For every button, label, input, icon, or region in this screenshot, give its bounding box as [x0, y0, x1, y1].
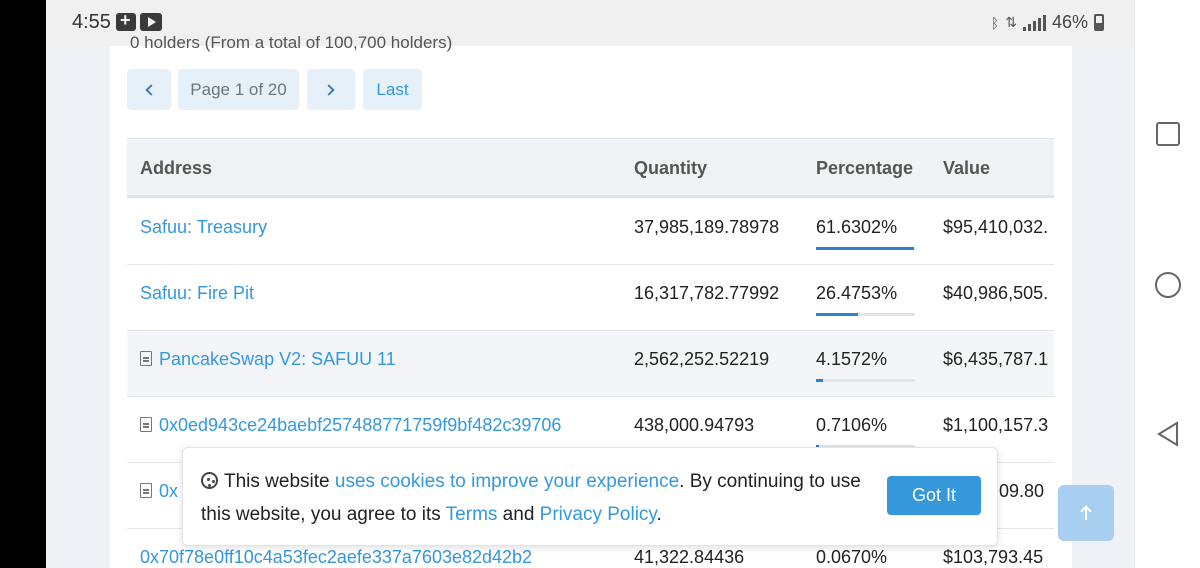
column-address: Address	[140, 158, 213, 178]
signal-icon	[1022, 14, 1046, 31]
holder-value: $95,410,032.	[943, 217, 1049, 237]
battery-percent: 46%	[1051, 12, 1088, 32]
column-percentage: Percentage	[816, 158, 914, 178]
next-page-button[interactable]	[307, 69, 355, 110]
holder-value: $103,793.45	[943, 547, 1044, 567]
holder-percentage: 0.0670%	[816, 547, 888, 567]
holder-address-link[interactable]: 0x70f78e0ff10c4a53fec2aefe337a7603e82d42…	[140, 547, 532, 568]
percentage-bar-fill	[816, 247, 914, 250]
holder-quantity: 438,000.94793	[634, 415, 755, 435]
previous-page-button[interactable]	[127, 69, 171, 110]
cookie-banner: This website uses cookies to improve you…	[182, 447, 998, 546]
cookie-text-1: This website	[224, 471, 335, 492]
holder-quantity: 37,985,189.78978	[634, 217, 780, 237]
status-indicators: ᛒ ⇅ 46%	[991, 12, 1104, 33]
holder-percentage: 4.1572%	[816, 349, 888, 369]
holder-address-text: PancakeSwap V2: SAFUU 11	[159, 349, 396, 369]
column-quantity: Quantity	[634, 158, 708, 178]
contract-icon	[140, 483, 152, 498]
holder-address-link[interactable]: 0x0ed943ce24baebf257488771759f9bf482c397…	[140, 415, 561, 436]
app-notification-icon	[116, 10, 136, 31]
table-row: Safuu: Fire Pit 16,317,782.77992 26.4753% $…	[127, 265, 1054, 331]
back-icon[interactable]	[1155, 420, 1181, 448]
holder-quantity: 2,562,252.52219	[634, 349, 770, 369]
percentage-bar	[816, 379, 915, 382]
chevron-right-icon	[323, 83, 335, 96]
terms-link[interactable]: Terms	[446, 504, 498, 525]
got-it-button[interactable]: Got It	[887, 476, 981, 515]
holder-address-link[interactable]: 0x	[140, 481, 178, 502]
cookie-policy-link[interactable]: uses cookies to improve your experience	[335, 471, 679, 492]
holder-address-link[interactable]: PancakeSwap V2: SAFUU 11	[140, 349, 396, 370]
holder-address-text: 0x	[159, 481, 179, 501]
left-black-bar	[0, 0, 46, 568]
scroll-to-top-button[interactable]	[1058, 485, 1114, 541]
cookie-message: This website uses cookies to improve you…	[201, 465, 861, 531]
last-page-button[interactable]: Last	[363, 69, 422, 110]
holder-quantity: 16,317,782.77992	[634, 283, 780, 303]
percentage-bar	[816, 313, 915, 316]
bluetooth-icon: ᛒ	[990, 14, 1000, 31]
navigation-bar	[1134, 0, 1200, 568]
holder-percentage: 0.7106%	[816, 415, 888, 435]
cookie-icon	[201, 472, 218, 489]
holder-percentage: 61.6302%	[816, 217, 898, 237]
holder-address-text: Safuu: Fire Pit	[140, 283, 255, 303]
page-info: Page 1 of 20	[178, 69, 299, 110]
contract-icon	[140, 417, 152, 432]
column-value: Value	[943, 158, 991, 178]
holder-value: 09.80	[999, 481, 1045, 501]
cookie-text-3: and	[497, 504, 540, 525]
holder-address-text: Safuu: Treasury	[140, 217, 268, 237]
percentage-bar-fill	[816, 313, 858, 316]
holder-address-text: 0x0ed943ce24baebf257488771759f9bf482c397…	[159, 415, 562, 435]
holders-summary: 0 holders (From a total of 100,700 holde…	[130, 33, 453, 52]
recent-apps-icon[interactable]	[1156, 122, 1180, 146]
privacy-policy-link[interactable]: Privacy Policy	[540, 504, 657, 525]
arrow-up-icon	[1081, 506, 1091, 520]
chevron-left-icon	[145, 83, 157, 96]
screen: 4:55 ᛒ ⇅ 46% 0 holders (From a total of …	[0, 0, 1200, 568]
battery-icon	[1094, 14, 1104, 31]
percentage-bar-fill	[816, 379, 823, 382]
cookie-text-4: .	[656, 504, 662, 525]
holder-value: $1,100,157.3	[943, 415, 1049, 435]
table-row: PancakeSwap V2: SAFUU 11 2,562,252.52219 4…	[127, 331, 1054, 397]
holder-percentage: 26.4753%	[816, 283, 898, 303]
status-time: 4:55	[72, 11, 111, 33]
table-row: Safuu: Treasury 37,985,189.78978 61.6302% $…	[127, 199, 1054, 265]
percentage-bar	[816, 247, 915, 250]
holder-address-link[interactable]: Safuu: Fire Pit	[140, 283, 254, 304]
data-transfer-icon: ⇅	[1005, 14, 1017, 30]
holder-address-text: 0x70f78e0ff10c4a53fec2aefe337a7603e82d42…	[140, 547, 533, 567]
youtube-icon	[140, 13, 162, 31]
holder-quantity: 41,322.84436	[634, 547, 745, 567]
holder-value: $6,435,787.1	[943, 349, 1049, 369]
contract-icon	[140, 351, 152, 366]
home-icon[interactable]	[1155, 272, 1181, 298]
holder-address-link[interactable]: Safuu: Treasury	[140, 217, 267, 238]
table-header: Address Quantity Percentage Value	[127, 138, 1054, 198]
holder-value: $40,986,505.	[943, 283, 1049, 303]
